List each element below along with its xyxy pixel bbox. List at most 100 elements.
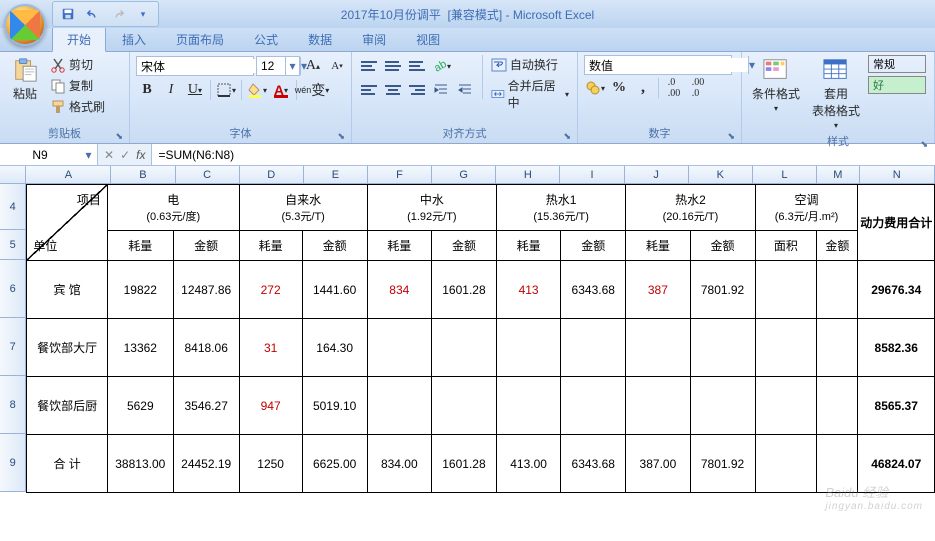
data-cell[interactable]: 7801.92 [690,261,755,319]
data-cell[interactable]: 834 [367,261,431,319]
data-cell[interactable]: 272 [239,261,302,319]
data-cell[interactable] [626,377,690,435]
comma-button[interactable]: , [632,77,654,99]
data-cell[interactable]: 164.30 [302,319,367,377]
data-cell[interactable]: 12487.86 [173,261,239,319]
data-cell[interactable]: 24452.19 [173,435,239,493]
align-right-button[interactable] [406,81,428,99]
col-header-A[interactable]: A [26,166,111,184]
copy-button[interactable]: 复制 [48,76,107,95]
qat-customize-icon[interactable]: ▾ [132,3,154,25]
col-header-K[interactable]: K [689,166,753,184]
data-cell[interactable] [367,319,431,377]
data-cell[interactable] [755,377,817,435]
data-cell[interactable] [690,319,755,377]
data-cell[interactable]: 13362 [107,319,173,377]
office-button[interactable] [4,4,46,46]
undo-icon[interactable] [82,3,104,25]
data-cell[interactable]: 8418.06 [173,319,239,377]
data-cell[interactable] [496,377,560,435]
align-left-button[interactable] [358,81,380,99]
col-header-J[interactable]: J [625,166,689,184]
data-cell[interactable] [755,261,817,319]
data-cell[interactable]: 31 [239,319,302,377]
font-size-combo[interactable]: ▾ [256,56,300,76]
orientation-button[interactable]: ab▾ [430,55,452,77]
bold-button[interactable]: B [136,79,158,101]
data-cell[interactable]: 1601.28 [431,435,496,493]
data-cell[interactable]: 387.00 [626,435,690,493]
increase-indent-button[interactable] [454,79,476,101]
cell-style-normal[interactable]: 常规 [868,55,926,73]
data-cell[interactable]: 5019.10 [302,377,367,435]
row-header-4[interactable]: 4 [0,184,26,230]
format-as-table-button[interactable]: 套用 表格格式▾ [808,55,864,132]
accounting-format-button[interactable]: ▾ [584,77,606,99]
fx-button[interactable]: fx [136,148,145,162]
underline-button[interactable]: U▾ [184,79,206,101]
data-cell[interactable] [817,261,858,319]
data-cell[interactable]: 38813.00 [107,435,173,493]
enter-formula-icon[interactable]: ✓ [120,148,130,162]
grid[interactable]: 项目单位电(0.63元/度)自来水(5.3元/T)中水(1.92元/T)热水1(… [26,184,935,493]
data-cell[interactable]: 5629 [107,377,173,435]
row-label[interactable]: 餐饮部大厅 [27,319,107,377]
data-cell[interactable]: 834.00 [367,435,431,493]
tab-视图[interactable]: 视图 [402,27,454,51]
wrap-text-button[interactable]: 自动换行 [489,55,571,74]
align-center-button[interactable] [382,81,404,99]
font-name-combo[interactable]: ▾ [136,56,254,76]
data-cell[interactable] [626,319,690,377]
data-cell[interactable] [690,377,755,435]
col-header-D[interactable]: D [240,166,304,184]
save-icon[interactable] [57,3,79,25]
tab-页面布局[interactable]: 页面布局 [162,27,238,51]
decrease-indent-button[interactable] [430,79,452,101]
data-cell[interactable] [817,319,858,377]
row-header-9[interactable]: 9 [0,434,26,492]
row-label[interactable]: 宾 馆 [27,261,107,319]
data-cell[interactable] [561,319,626,377]
tab-审阅[interactable]: 审阅 [348,27,400,51]
sheet-area[interactable]: ABCDEFGHIJKLMN 456789 项目单位电(0.63元/度)自来水(… [0,166,935,540]
col-header-C[interactable]: C [176,166,240,184]
redo-icon[interactable] [107,3,129,25]
cut-button[interactable]: 剪切 [48,55,107,74]
data-cell[interactable] [561,377,626,435]
tab-插入[interactable]: 插入 [108,27,160,51]
data-cell[interactable]: 1250 [239,435,302,493]
data-cell[interactable]: 1601.28 [431,261,496,319]
data-cell[interactable]: 8582.36 [858,319,935,377]
merge-center-button[interactable]: 合并后居中▾ [489,76,571,112]
increase-decimal-button[interactable]: .0.00 [663,77,685,99]
data-cell[interactable] [755,319,817,377]
data-cell[interactable]: 46824.07 [858,435,935,493]
tab-数据[interactable]: 数据 [294,27,346,51]
data-cell[interactable] [755,435,817,493]
conditional-format-button[interactable]: 条件格式▾ [748,55,804,115]
grow-font-button[interactable]: A▴ [302,55,324,77]
data-cell[interactable]: 387 [626,261,690,319]
col-header-M[interactable]: M [817,166,859,184]
italic-button[interactable]: I [160,79,182,101]
row-label[interactable]: 合 计 [27,435,107,493]
tab-公式[interactable]: 公式 [240,27,292,51]
row-header-7[interactable]: 7 [0,318,26,376]
select-all-corner[interactable] [0,166,26,184]
paste-button[interactable]: 粘贴 [6,55,44,104]
percent-button[interactable]: % [608,77,630,99]
data-cell[interactable] [817,435,858,493]
align-bottom-button[interactable] [406,57,428,75]
number-format-combo[interactable]: ▾ [584,55,732,75]
data-cell[interactable] [431,319,496,377]
font-color-button[interactable]: A▾ [270,79,292,101]
fill-color-button[interactable]: ▾ [246,79,268,101]
border-button[interactable]: ▾ [215,79,237,101]
data-cell[interactable]: 19822 [107,261,173,319]
data-cell[interactable]: 6343.68 [561,261,626,319]
cell-style-good[interactable]: 好 [868,76,926,94]
row-header-6[interactable]: 6 [0,260,26,318]
data-cell[interactable]: 6625.00 [302,435,367,493]
col-header-H[interactable]: H [496,166,560,184]
data-cell[interactable]: 3546.27 [173,377,239,435]
